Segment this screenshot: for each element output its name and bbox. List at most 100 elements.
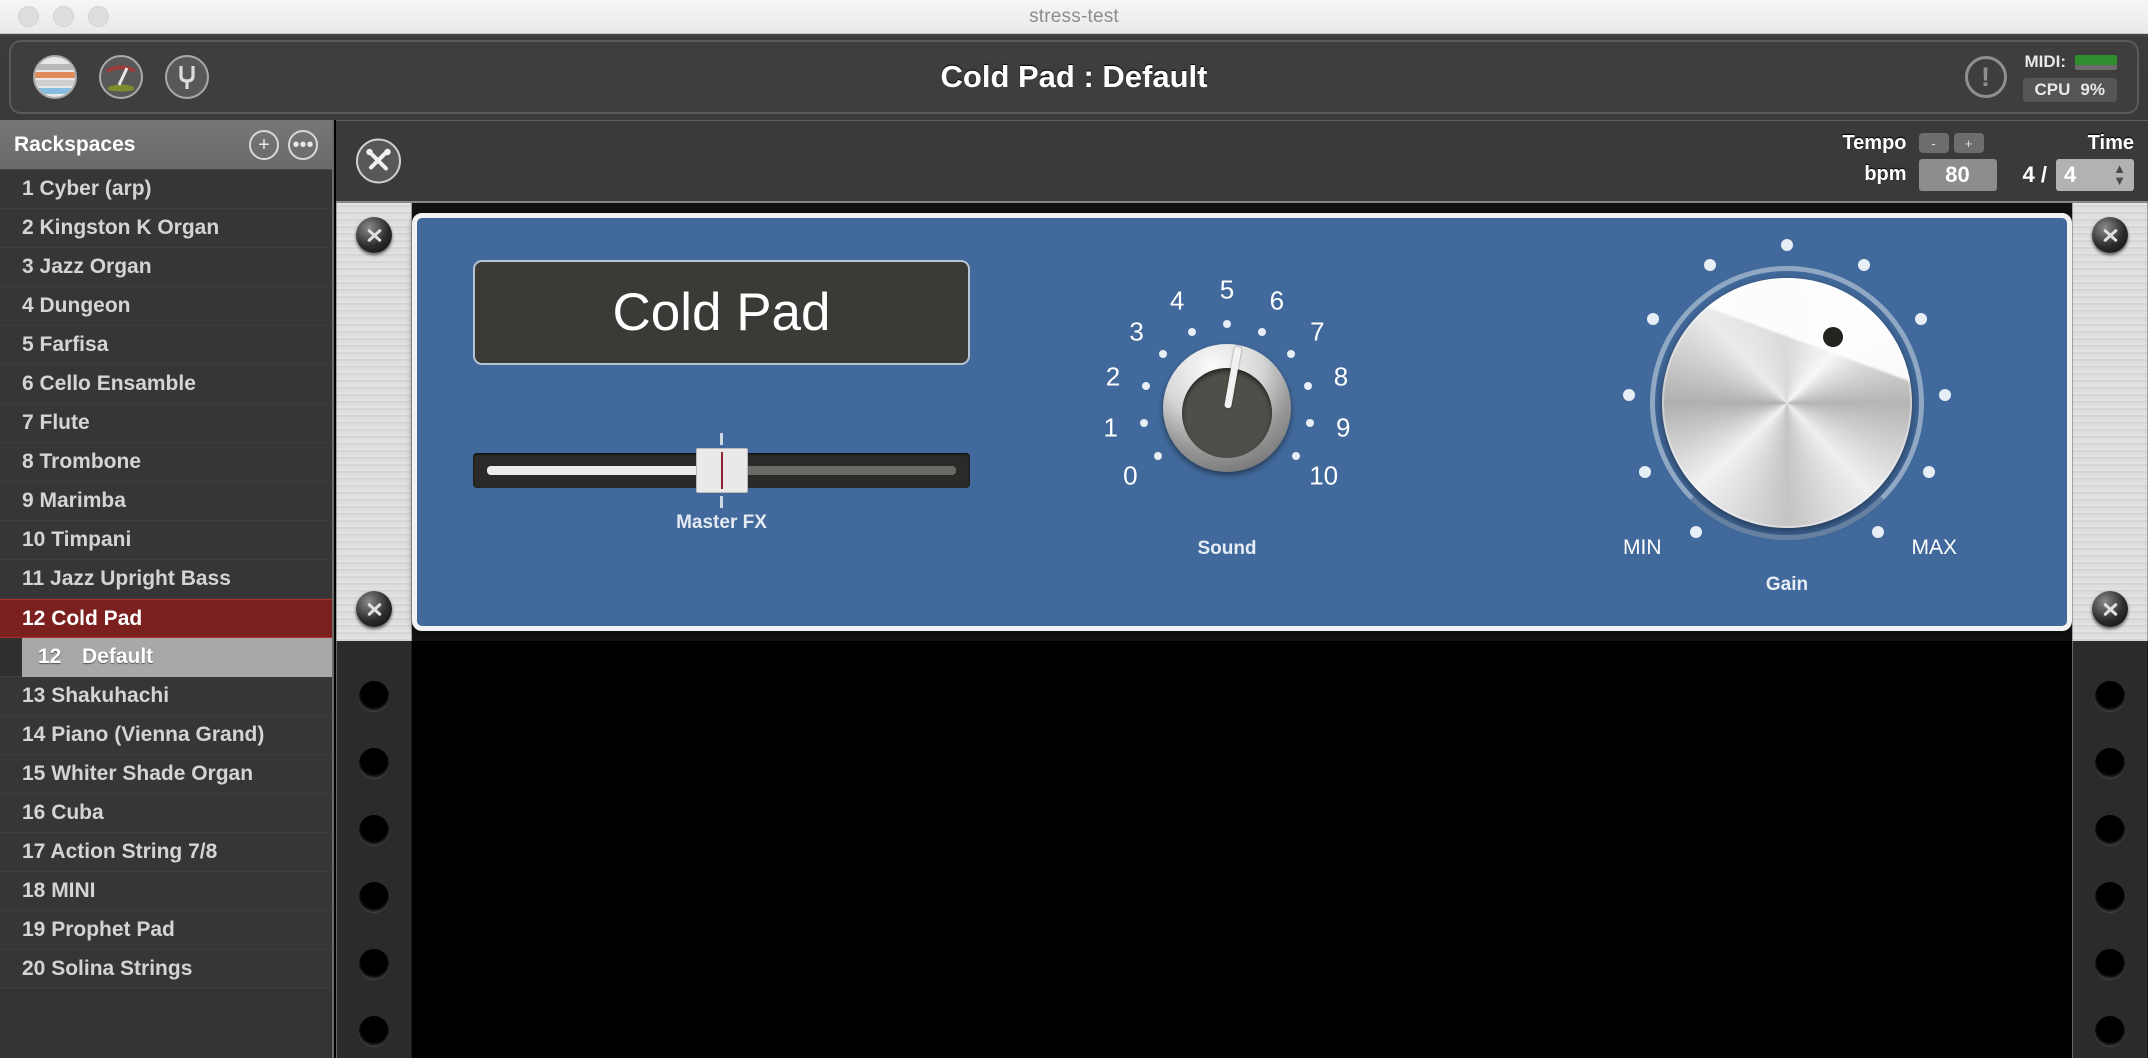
- rack-unit-row: Cold Pad Master FX Sound 0 1 2 3 4 5 6 7…: [336, 203, 2148, 641]
- rackspace-list[interactable]: 1 Cyber (arp) 2 Kingston K Organ 3 Jazz Or…: [0, 170, 332, 1058]
- rack-mounting-hole: [2095, 748, 2125, 778]
- rack-mounting-hole: [2095, 815, 2125, 845]
- sound-knob-label: Sound: [1197, 538, 1257, 559]
- more-options-button[interactable]: •••: [288, 129, 318, 160]
- sound-knob-tick-dot: [1140, 418, 1149, 427]
- sound-knob-tick-dot: [1291, 452, 1300, 461]
- gain-knob-control[interactable]: MIN MAX Gain: [1617, 236, 1957, 595]
- sidebar-item-farfisa[interactable]: 5 Farfisa: [0, 326, 332, 365]
- slider-tick-icon: [720, 433, 723, 445]
- screw-icon: [356, 591, 392, 627]
- sound-knob-tick-dot: [1305, 418, 1314, 427]
- gain-min-label: MIN: [1623, 536, 1662, 559]
- sound-knob-tick-label: 4: [1169, 285, 1185, 316]
- sidebar-item-trombone[interactable]: 8 Trombone: [0, 443, 332, 482]
- sidebar-item-jazz-upright-bass[interactable]: 11 Jazz Upright Bass: [0, 560, 332, 599]
- sound-knob-tick-label: 3: [1129, 316, 1144, 347]
- rack-rail-left-empty: [336, 641, 412, 1058]
- screw-icon: [356, 217, 392, 253]
- sidebar-item-jazz-organ[interactable]: 3 Jazz Organ: [0, 248, 332, 287]
- variation-label: Default: [82, 645, 154, 668]
- sidebar-item-action-string-7-8[interactable]: 17 Action String 7/8: [0, 833, 332, 872]
- gain-max-label: MAX: [1911, 536, 1957, 559]
- toolbar-status-group: ! MIDI: CPU 9%: [1964, 52, 2117, 102]
- cpu-label: CPU: [2034, 80, 2071, 99]
- time-numerator: 4 /: [2022, 161, 2047, 187]
- sound-knob-tick-dot: [1158, 350, 1167, 358]
- master-fx-label: Master FX: [676, 512, 767, 533]
- sidebar-item-mini[interactable]: 18 MINI: [0, 872, 332, 911]
- bpm-input[interactable]: 80: [1918, 158, 1997, 191]
- rack-mounting-hole: [2095, 949, 2125, 979]
- sidebar-item-kingston-k-organ[interactable]: 2 Kingston K Organ: [0, 209, 332, 248]
- rack-mounting-hole: [359, 748, 389, 778]
- screw-icon: [2092, 591, 2128, 627]
- warning-icon[interactable]: !: [1964, 56, 2007, 98]
- sidebar-title: Rackspaces: [14, 132, 136, 156]
- sound-knob-tick-label: 6: [1269, 285, 1285, 316]
- sidebar-item-cyber-arp[interactable]: 1 Cyber (arp): [0, 170, 332, 209]
- time-denominator-value: 4: [2064, 161, 2077, 187]
- gain-knob-sheen: [1662, 278, 1912, 528]
- gain-knob-tick-dot: [1704, 258, 1717, 271]
- sound-knob-control[interactable]: Sound 0 1 2 3 4 5 6 7 8 9 10: [1077, 258, 1377, 560]
- sidebar-item-cold-pad[interactable]: 12 Cold Pad: [0, 599, 332, 638]
- rack-empty-slot: [412, 641, 2072, 1058]
- sidebar-item-cuba[interactable]: 16 Cuba: [0, 794, 332, 833]
- sidebar-item-solina-strings[interactable]: 20 Solina Strings: [0, 950, 332, 989]
- rack-rail-right: [2072, 203, 2148, 641]
- slider-tick-icon: [720, 496, 723, 508]
- sidebar-item-piano-vienna-grand[interactable]: 14 Piano (Vienna Grand): [0, 716, 332, 755]
- sidebar-item-marimba[interactable]: 9 Marimba: [0, 482, 332, 521]
- gain-knob-label: Gain: [1765, 574, 1809, 595]
- tempo-minus-button[interactable]: -: [1918, 133, 1949, 153]
- sidebar-item-shakuhachi[interactable]: 13 Shakuhachi: [0, 677, 332, 716]
- cpu-value: 9%: [2080, 80, 2105, 99]
- panel-name-display[interactable]: Cold Pad: [473, 260, 970, 365]
- sidebar-item-timpani[interactable]: 10 Timpani: [0, 521, 332, 560]
- sidebar-item-whiter-shade-organ[interactable]: 15 Whiter Shade Organ: [0, 755, 332, 794]
- sound-knob-tick-dot: [1304, 382, 1313, 391]
- gain-knob-tick-dot: [1871, 526, 1884, 539]
- empty-rack-area: [336, 641, 2148, 1058]
- tempo-plus-button[interactable]: +: [1953, 133, 1984, 153]
- tempo-label: Tempo: [1842, 131, 1907, 154]
- midi-led: [2075, 54, 2117, 70]
- sidebar-header: Rackspaces + •••: [0, 120, 332, 170]
- sound-knob-tick-dot: [1258, 327, 1267, 336]
- sound-knob-tick-label: 2: [1105, 361, 1121, 392]
- gain-knob-tick-dot: [1938, 388, 1951, 401]
- sidebar-variation-default[interactable]: 12 Default: [0, 637, 332, 677]
- sound-knob-tick-label: 9: [1335, 412, 1351, 443]
- tools-icon[interactable]: [356, 138, 401, 184]
- slider-thumb[interactable]: [695, 448, 748, 493]
- app-window: stress-test Cold Pad: Default ! MIDI: C…: [0, 0, 2148, 1058]
- midi-label: MIDI:: [2024, 52, 2066, 71]
- add-rackspace-button[interactable]: +: [249, 129, 279, 160]
- sound-knob-tick-label: 0: [1123, 460, 1138, 491]
- sidebar-item-cello-ensamble[interactable]: 6 Cello Ensamble: [0, 365, 332, 404]
- screw-icon: [2092, 217, 2128, 253]
- variation-number: 12: [38, 645, 62, 668]
- sidebar-item-prophet-pad[interactable]: 19 Prophet Pad: [0, 911, 332, 950]
- chevron-updown-icon: ▲ ▼: [2113, 160, 2126, 188]
- time-denominator-select[interactable]: 4 ▲ ▼: [2056, 158, 2134, 191]
- gain-knob-tick-dot: [1638, 466, 1651, 479]
- gain-knob[interactable]: [1650, 266, 1924, 540]
- sound-knob-tick-dot: [1187, 327, 1196, 336]
- gain-knob-tick-dot: [1914, 313, 1927, 326]
- rack-mounting-hole: [359, 1016, 389, 1046]
- app-toolbar: Cold Pad : Default ! MIDI: CPU 9%: [0, 34, 2148, 120]
- sidebar-item-dungeon[interactable]: 4 Dungeon: [0, 287, 332, 326]
- rack-rail-right-empty: [2072, 641, 2148, 1058]
- gain-knob-indicator: [1822, 327, 1843, 348]
- master-fx-slider[interactable]: [473, 433, 970, 508]
- gain-knob-tick-dot: [1857, 258, 1870, 271]
- sidebar-item-flute[interactable]: 7 Flute: [0, 404, 332, 443]
- time-label: Time: [2087, 131, 2134, 154]
- sound-knob-tick-label: 8: [1333, 361, 1349, 392]
- panel-container: Cold Pad Master FX Sound 0 1 2 3 4 5 6 7…: [412, 203, 2072, 641]
- tempo-stepper[interactable]: - +: [1918, 133, 1997, 153]
- os-titlebar: stress-test: [0, 0, 2148, 34]
- cpu-meter: CPU 9%: [2022, 78, 2117, 102]
